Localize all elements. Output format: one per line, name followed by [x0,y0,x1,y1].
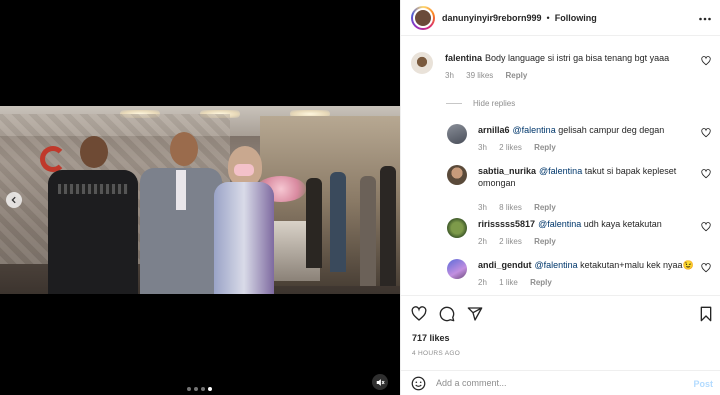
add-comment-bar: Post [401,370,720,395]
hide-replies-line [446,103,462,104]
reply-button[interactable]: Reply [530,278,552,287]
mention-link[interactable]: @falentina [535,260,578,270]
following-button[interactable]: Following [555,13,597,23]
more-options-button[interactable] [699,10,711,24]
commenter-avatar[interactable] [447,218,467,238]
commenter-username[interactable]: ririsssss5817 [478,219,535,229]
smiley-icon[interactable] [411,376,426,391]
mention-link[interactable]: @falentina [538,219,581,229]
commenter-username[interactable]: falentina [445,53,482,63]
reply-button[interactable]: Reply [534,237,556,246]
comment-meta: 2h 1 like Reply [478,277,698,289]
comment-likes[interactable]: 2 likes [499,237,522,246]
scene-background-person [380,166,396,286]
commenter-avatar[interactable] [447,124,467,144]
author-avatar[interactable] [411,5,435,30]
comment-time[interactable]: 2h [478,237,487,246]
commenter-username[interactable]: arnilla6 [478,125,510,135]
mute-toggle-button[interactable] [372,374,388,390]
heart-icon[interactable] [701,222,711,232]
mention-link[interactable]: @falentina [539,166,582,176]
comment-body: sabtia_nurika @falentina takut si bapak k… [478,165,698,214]
comment-text: Body language si istri ga bisa tenang bg… [485,53,670,63]
post-actions: 717 likes 4 HOURS AGO [401,295,720,367]
comment-body: andi_gendut @falentina ketakutan+malu kek… [478,259,698,289]
comment-time[interactable]: 3h [478,143,487,152]
commenter-avatar[interactable] [447,165,467,185]
post-comment-button[interactable]: Post [693,379,713,389]
heart-icon[interactable] [411,306,427,322]
commenter-username[interactable]: andi_gendut [478,260,532,270]
send-icon[interactable] [467,306,483,322]
scene-background-person [330,172,346,272]
heart-icon[interactable] [701,263,711,273]
commenter-avatar[interactable] [411,52,433,74]
comments-list[interactable]: falentina Body language si istri ga bisa … [401,37,720,295]
comment-meta: 3h 8 likes Reply [478,202,698,214]
carousel-prev-button[interactable] [6,192,22,208]
comment-icon[interactable] [439,306,455,322]
heart-icon[interactable] [701,128,711,138]
post-viewer: danunyinyir9reborn999 • Following falent… [0,0,720,395]
speaker-muted-icon [376,378,385,386]
carousel-indicator [187,387,212,391]
comment-text: udh kaya ketakutan [581,219,662,229]
comment-body: arnilla6 @falentina gelisah campur deg de… [478,124,698,154]
post-media[interactable] [0,0,400,395]
post-timestamp[interactable]: 4 HOURS AGO [412,350,460,357]
bookmark-icon[interactable] [699,306,713,322]
post-sidebar: danunyinyir9reborn999 • Following falent… [400,0,720,395]
comment-body: falentina Body language si istri ga bisa … [445,52,697,82]
likes-count[interactable]: 717 likes [412,333,450,343]
hide-replies-button[interactable]: Hide replies [446,99,515,108]
comment-time[interactable]: 3h [478,203,487,212]
commenter-username[interactable]: sabtia_nurika [478,166,536,176]
comment-input[interactable] [436,378,676,388]
heart-icon[interactable] [701,56,711,66]
comment-likes[interactable]: 8 likes [499,203,522,212]
comment-meta: 2h 2 likes Reply [478,236,698,248]
mention-link[interactable]: @falentina [513,125,556,135]
action-icons [411,306,483,322]
comment-time[interactable]: 3h [445,71,454,80]
comment-meta: 3h 2 likes Reply [478,142,698,154]
comment-text: gelisah campur deg degan [555,125,665,135]
scene-background-person [306,178,322,268]
more-horizontal-icon [699,17,711,21]
comment-meta: 3h 39 likes Reply [445,70,697,82]
post-header: danunyinyir9reborn999 • Following [401,0,720,36]
carousel-dot-active [208,387,212,391]
comment-body: ririsssss5817 @falentina udh kaya ketakut… [478,218,698,248]
chevron-left-icon [11,196,16,204]
hide-replies-label: Hide replies [473,99,516,108]
author-username[interactable]: danunyinyir9reborn999 [442,13,542,23]
reply-button[interactable]: Reply [534,203,556,212]
carousel-dot [194,387,198,391]
video-frame[interactable] [0,106,400,294]
carousel-dot [201,387,205,391]
comment-likes[interactable]: 39 likes [466,71,493,80]
comment-time[interactable]: 2h [478,278,487,287]
reply-button[interactable]: Reply [506,71,528,80]
scene-background-person [360,176,376,286]
reply-button[interactable]: Reply [534,143,556,152]
wink-emoji: 😉 [682,260,694,270]
heart-icon[interactable] [701,169,711,179]
scene-red-sign [40,146,66,172]
commenter-avatar[interactable] [447,259,467,279]
comment-likes[interactable]: 1 like [499,278,518,287]
comment-likes[interactable]: 2 likes [499,143,522,152]
carousel-dot [187,387,191,391]
header-separator: • [546,12,550,23]
comment-text: ketakutan+malu kek nyaa [577,260,683,270]
